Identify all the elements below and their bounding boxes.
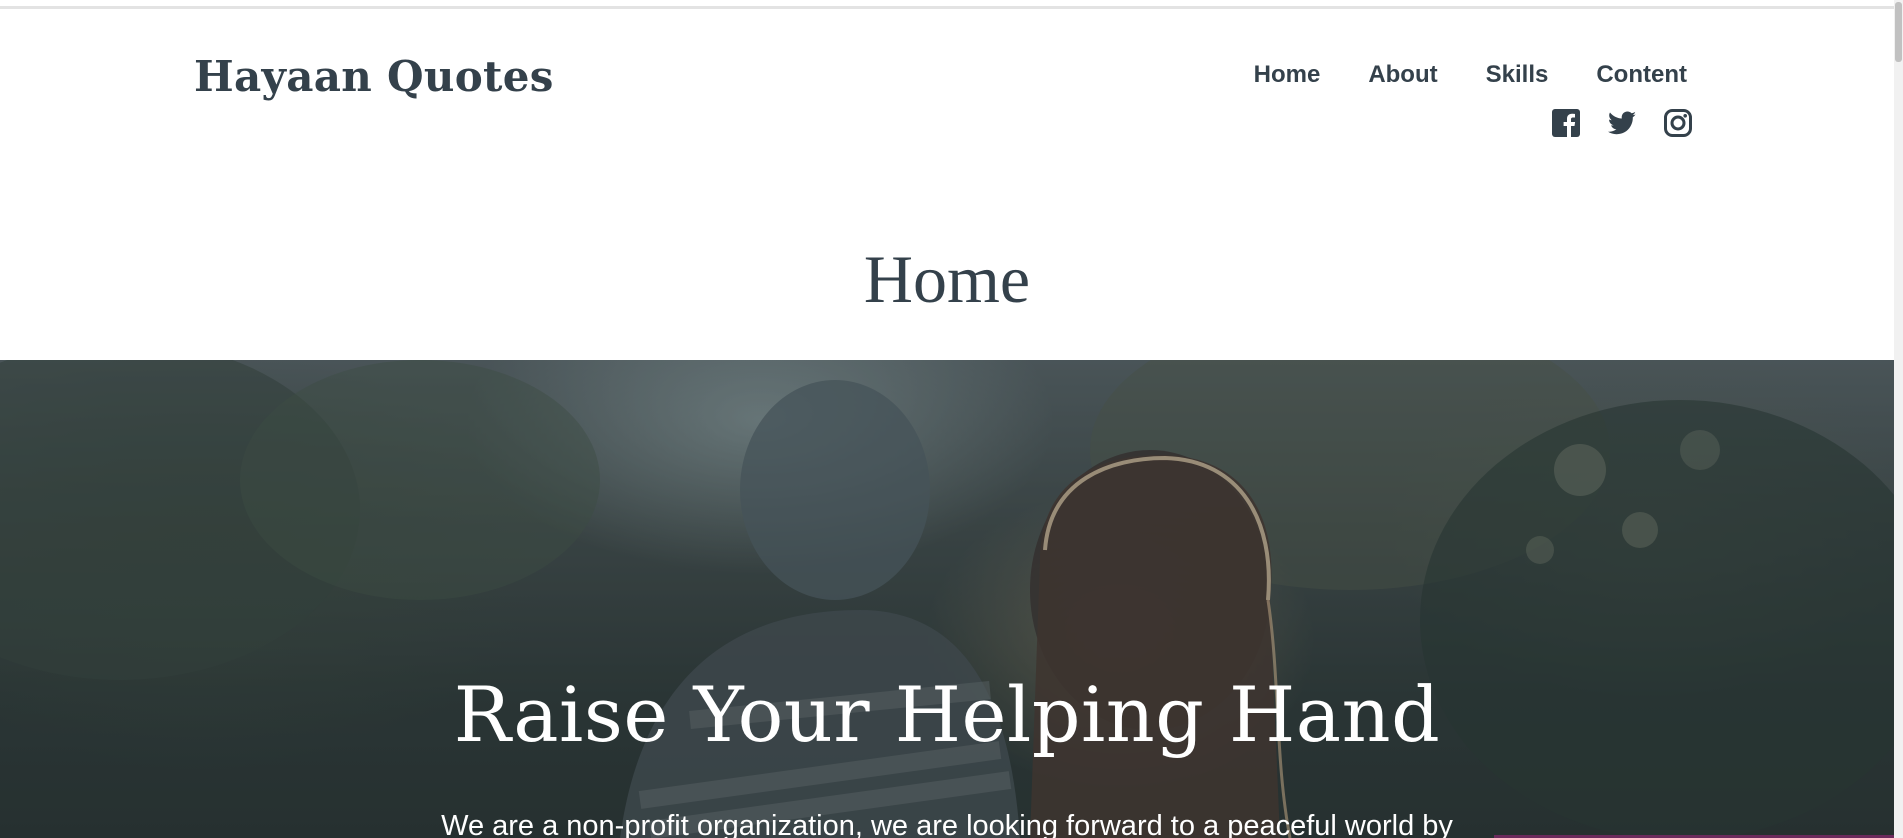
hero-title: Raise Your Helping Hand [453, 670, 1441, 759]
top-border [0, 0, 1894, 9]
page-title: Home [863, 241, 1031, 317]
scrollbar-thumb[interactable] [1895, 2, 1902, 62]
brand-logo[interactable]: Hayaan Quotes [194, 52, 554, 101]
main-nav: Home About Skills Content [1254, 61, 1687, 89]
nav-about-link[interactable]: About [1368, 61, 1437, 89]
nav-skills-link[interactable]: Skills [1486, 61, 1549, 89]
hero-banner: Raise Your Helping Hand We are a non-pro… [0, 360, 1894, 838]
page-scrollbar[interactable] [1894, 0, 1903, 838]
twitter-icon[interactable] [1606, 107, 1638, 139]
hero-description: We are a non-profit organization, we are… [441, 810, 1453, 838]
instagram-icon[interactable] [1662, 107, 1694, 139]
nav-content-link[interactable]: Content [1596, 61, 1687, 89]
site-header: Hayaan Quotes Home About Skills Content [0, 9, 1894, 169]
facebook-icon[interactable] [1550, 107, 1582, 139]
social-links [1550, 107, 1694, 139]
nav-home-link[interactable]: Home [1254, 61, 1321, 89]
hero-overlay [0, 360, 1894, 838]
